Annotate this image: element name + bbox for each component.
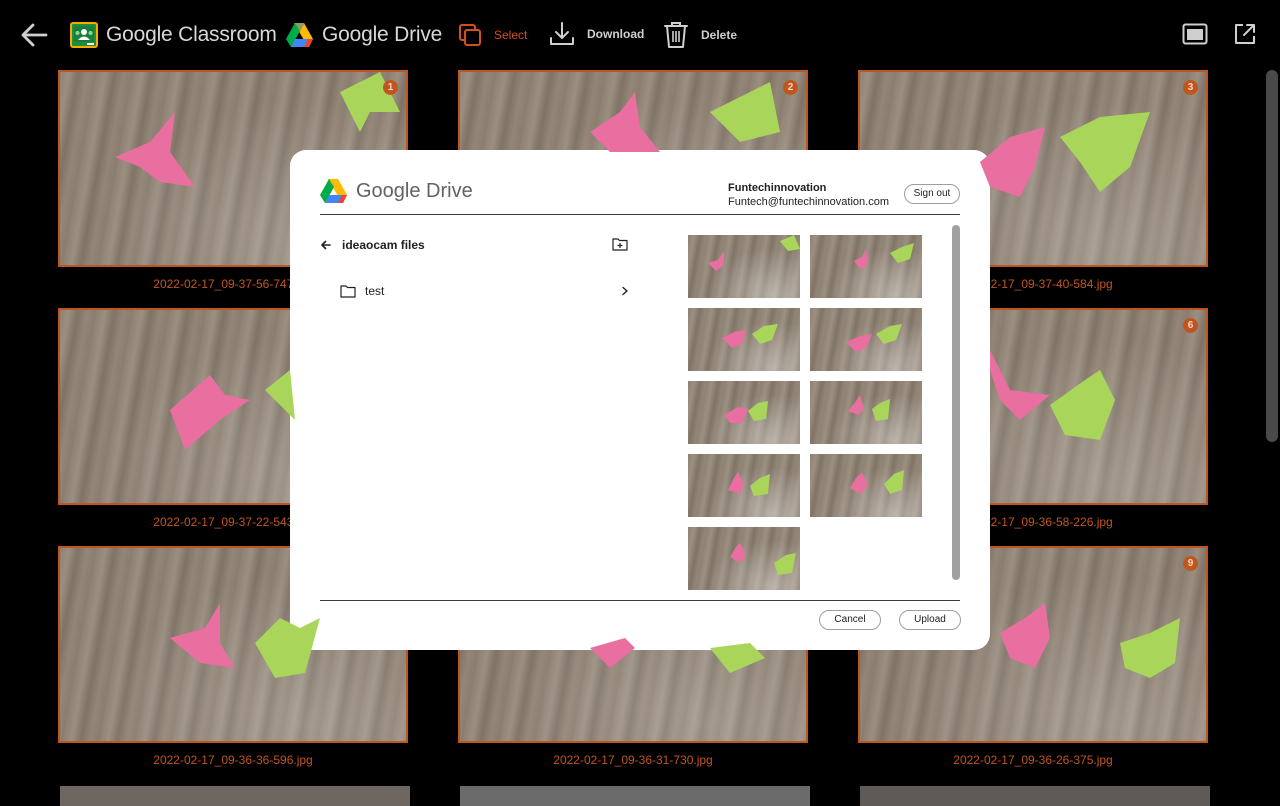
selection-badge: 9	[1183, 556, 1198, 571]
photo-image	[60, 72, 406, 265]
origami-cranes-image	[170, 603, 320, 678]
thumbnail[interactable]	[810, 381, 922, 444]
origami-cranes-image	[1000, 603, 1180, 678]
photo-image	[860, 548, 1206, 741]
thumbnail[interactable]	[810, 235, 922, 298]
thumbnail[interactable]	[810, 454, 922, 517]
origami-cranes-image	[728, 472, 770, 496]
photo-image	[60, 548, 406, 741]
photo-tile[interactable]: 9	[858, 546, 1208, 743]
thumbnail[interactable]	[688, 235, 800, 298]
origami-cranes-image	[115, 72, 400, 187]
thumbnail[interactable]	[688, 381, 800, 444]
selection-badge: 6	[1183, 318, 1198, 333]
selection-badge: 2	[783, 80, 798, 95]
chevron-right-icon	[622, 286, 628, 296]
photo-tile[interactable]	[58, 308, 408, 505]
origami-cranes-image	[854, 243, 914, 269]
folder-icon	[340, 285, 356, 298]
origami-cranes-image	[170, 370, 295, 450]
origami-cranes-image	[722, 324, 778, 348]
origami-cranes-image	[708, 235, 800, 271]
thumbnail[interactable]	[688, 527, 800, 590]
photo-tile[interactable]	[58, 546, 408, 743]
thumbnail[interactable]	[688, 454, 800, 517]
photo-image	[60, 310, 406, 503]
selection-badge: 3	[1183, 80, 1198, 95]
origami-cranes-image	[724, 401, 768, 423]
origami-cranes-image	[848, 395, 890, 421]
origami-cranes-image	[730, 543, 796, 575]
folder-name: test	[365, 284, 385, 298]
thumbnail[interactable]	[688, 308, 800, 371]
thumbnail[interactable]	[810, 308, 922, 371]
thumbnail-grid	[688, 235, 928, 595]
folder-item-test[interactable]: test	[340, 280, 630, 302]
origami-cranes-image	[846, 324, 902, 352]
origami-cranes-image	[850, 470, 904, 494]
selection-badge: 1	[383, 80, 398, 95]
photo-tile[interactable]: 1	[58, 70, 408, 267]
